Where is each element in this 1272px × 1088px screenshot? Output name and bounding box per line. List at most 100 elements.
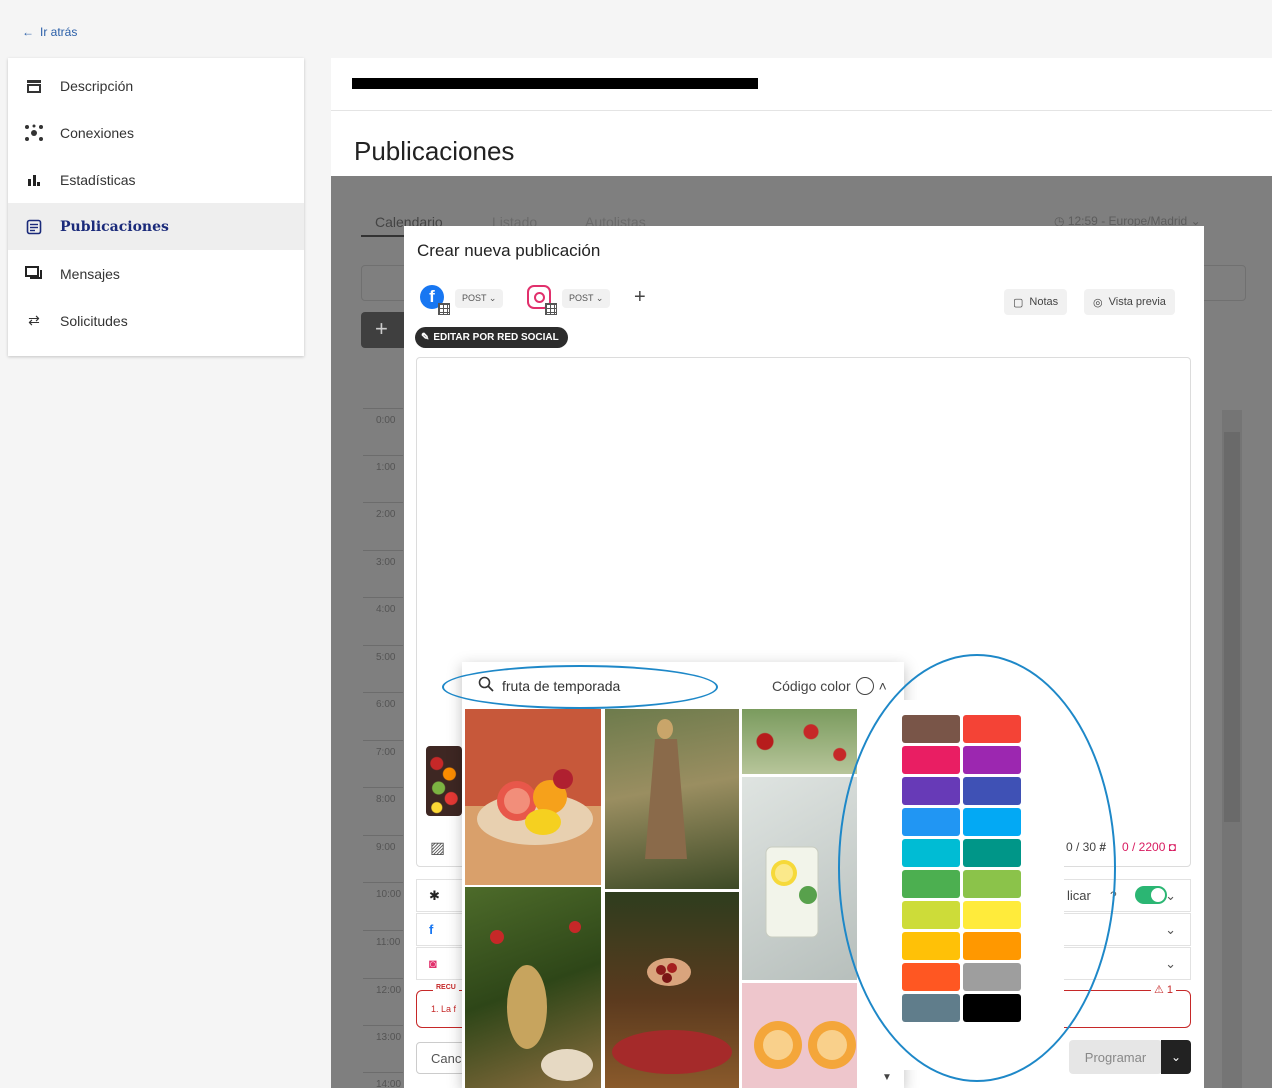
sidebar-item-solicitudes[interactable]: ⇄ Solicitudes <box>8 297 304 344</box>
post-type-select[interactable]: POST ⌄ <box>562 288 611 308</box>
add-network-button[interactable]: + <box>634 286 646 309</box>
color-swatch[interactable] <box>963 963 1021 991</box>
hour-label: 9:00 <box>363 835 403 881</box>
notes-button[interactable]: ▢ Notas <box>1004 289 1068 315</box>
image-gallery-icon[interactable]: ▨ <box>430 838 445 858</box>
search-value: fruta de temporada <box>502 677 621 694</box>
hour-label: 2:00 <box>363 502 403 548</box>
edit-by-network-button[interactable]: ✎ EDITAR POR RED SOCIAL <box>415 327 568 348</box>
sidebar-item-label: Conexiones <box>60 124 134 141</box>
popover-scroll-down-icon[interactable]: ▼ <box>882 1072 892 1083</box>
chevron-down-icon: ⌄ <box>1165 887 1176 903</box>
header-divider <box>331 110 1272 111</box>
gear-icon: ✱ <box>429 887 440 903</box>
photo-result-pomegranates[interactable] <box>742 709 857 774</box>
color-swatch[interactable] <box>902 808 960 836</box>
hour-label: 6:00 <box>363 692 403 738</box>
modal-title: Crear nueva publicación <box>417 241 601 260</box>
schedule-options-button[interactable]: ⌄ <box>1161 1040 1191 1074</box>
color-swatch[interactable] <box>963 870 1021 898</box>
color-swatch[interactable] <box>963 901 1021 929</box>
sidebar-item-mensajes[interactable]: Mensajes <box>8 250 304 297</box>
color-swatch[interactable] <box>902 963 960 991</box>
chat-icon <box>24 264 44 284</box>
chevron-down-icon: ⌄ <box>1165 955 1176 971</box>
photo-result-grapefruit[interactable] <box>465 709 601 885</box>
sidebar-item-conexiones[interactable]: Conexiones <box>8 109 304 156</box>
preview-button[interactable]: ◎ Vista previa <box>1084 289 1175 315</box>
bar-chart-icon <box>24 170 44 190</box>
hour-label: 3:00 <box>363 550 403 596</box>
hashtag-icon: # <box>1099 840 1107 854</box>
sidebar-item-estadisticas[interactable]: Estadísticas <box>8 156 304 203</box>
hour-label: 8:00 <box>363 787 403 833</box>
hour-label: 10:00 <box>363 882 403 928</box>
page-title: Publicaciones <box>354 136 515 166</box>
edit-icon: ✎ <box>421 332 430 343</box>
grid-icon <box>438 303 450 315</box>
warning-count: ⚠ 1 <box>1150 983 1176 996</box>
arrow-left-icon: ← <box>22 25 34 39</box>
color-swatch[interactable] <box>963 777 1021 805</box>
store-icon <box>24 76 44 96</box>
publish-toggle[interactable] <box>1135 886 1167 904</box>
image-search-input[interactable]: fruta de temporada <box>478 676 620 695</box>
note-icon: ▢ <box>1013 296 1024 309</box>
color-swatch[interactable] <box>902 870 960 898</box>
photo-result-oranges[interactable] <box>742 983 857 1088</box>
sidebar-item-label: Estadísticas <box>60 171 136 188</box>
color-palette-panel <box>858 700 1064 1070</box>
color-swatch[interactable] <box>902 901 960 929</box>
color-swatch[interactable] <box>902 715 960 743</box>
color-swatch[interactable] <box>902 777 960 805</box>
color-swatch[interactable] <box>902 746 960 774</box>
post-type-select[interactable]: POST ⌄ <box>455 288 504 308</box>
swap-icon: ⇄ <box>28 312 40 328</box>
hashtag-counter: 0 / 30 # <box>1066 840 1107 854</box>
facebook-network-selector[interactable]: f POST ⌄ <box>420 285 504 315</box>
color-swatch[interactable] <box>902 994 960 1022</box>
color-swatch[interactable] <box>963 808 1021 836</box>
char-counter: 0 / 2200 ◘ <box>1122 840 1176 854</box>
color-swatch[interactable] <box>963 839 1021 867</box>
scrollbar-thumb[interactable] <box>1224 432 1240 822</box>
warning-title: RECU <box>433 984 459 991</box>
attached-image-thumbnail[interactable] <box>426 746 462 816</box>
schedule-button[interactable]: Programar <box>1069 1040 1162 1074</box>
chevron-down-icon: ⌄ <box>1165 921 1176 937</box>
hour-label: 0:00 <box>363 408 403 454</box>
sidebar-item-label: Mensajes <box>60 265 120 282</box>
hour-label: 11:00 <box>363 930 403 976</box>
photo-result-lemon-drink[interactable] <box>742 777 857 980</box>
hour-label: 13:00 <box>363 1025 403 1071</box>
sidebar-item-descripcion[interactable]: Descripción <box>8 62 304 109</box>
sidebar: Descripción Conexiones Estadísticas Publ… <box>8 58 304 356</box>
back-link[interactable]: ← Ir atrás <box>22 25 77 39</box>
color-swatch[interactable] <box>963 994 1021 1022</box>
publish-label: licar <box>1067 888 1091 903</box>
chevron-down-icon: ⌄ <box>1170 1050 1182 1064</box>
instagram-network-selector[interactable]: POST ⌄ <box>527 285 611 315</box>
photo-result-coffee-cherries[interactable] <box>605 892 739 1088</box>
grid-icon <box>545 303 557 315</box>
color-swatch[interactable] <box>902 932 960 960</box>
photo-result-orchard[interactable] <box>465 887 601 1088</box>
eye-icon: ◎ <box>1093 296 1103 309</box>
color-swatch[interactable] <box>963 932 1021 960</box>
color-swatch[interactable] <box>963 746 1021 774</box>
redacted-bar <box>352 78 758 89</box>
color-swatch[interactable] <box>902 839 960 867</box>
sidebar-item-label: Descripción <box>60 77 134 94</box>
sidebar-item-publicaciones[interactable]: Publicaciones <box>8 203 304 250</box>
photo-result-woman-field[interactable] <box>605 709 739 889</box>
image-search-popover: fruta de temporada Código color ˄ ▼ <box>462 662 904 1088</box>
hour-label: 12:00 <box>363 978 403 1024</box>
instagram-icon: ◙ <box>429 956 437 971</box>
search-icon <box>478 676 494 695</box>
color-swatch[interactable] <box>963 715 1021 743</box>
warning-text: 1. La f <box>431 1004 457 1014</box>
hour-label: 1:00 <box>363 455 403 501</box>
help-icon: ? <box>1110 888 1117 903</box>
hub-icon <box>24 123 44 143</box>
color-code-toggle[interactable]: Código color ˄ <box>772 677 887 695</box>
